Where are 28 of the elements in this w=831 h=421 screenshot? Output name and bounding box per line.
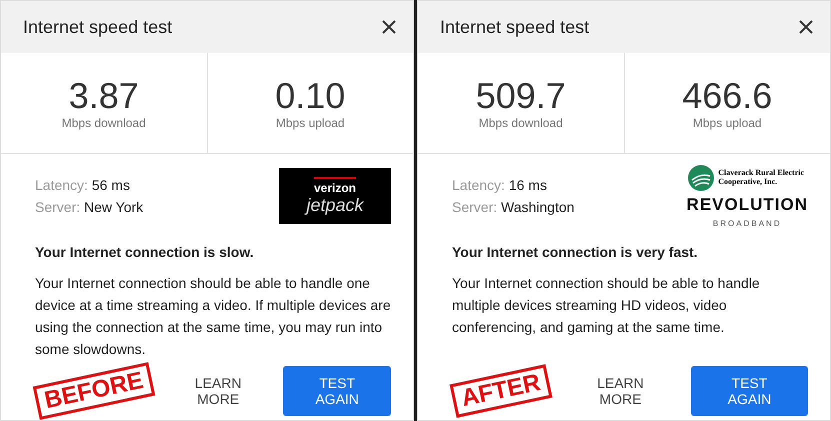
status-text: Your Internet connection is slow.: [35, 244, 255, 260]
stamp-text: BEFORE: [32, 362, 156, 420]
jetpack-logo: verizon jetpack: [279, 168, 391, 224]
server-text: Server: Washington: [452, 198, 574, 217]
latency-text: Latency: 16 ms: [452, 176, 548, 195]
speed-label: Mbps download: [478, 116, 563, 130]
learn-more-link[interactable]: LEARN MORE: [183, 374, 254, 408]
speed-value: 3.87: [68, 76, 139, 116]
dialog-title: Internet speed test: [440, 16, 590, 38]
speed-value: 466.6: [682, 76, 772, 116]
status-text: Your Internet connection is very fast.: [452, 244, 699, 260]
server-text: Server: New York: [35, 198, 144, 217]
speed-value: 0.10: [275, 76, 346, 116]
close-icon[interactable]: [381, 19, 397, 35]
stamp-text: AFTER: [450, 364, 552, 418]
speed-value: 509.7: [476, 76, 566, 116]
test-again-button[interactable]: TEST AGAIN: [283, 366, 391, 416]
speed-label: Mbps upload: [692, 116, 762, 130]
speed-label: Mbps upload: [276, 116, 345, 130]
cooperative-logo: Claverack Rural Electric Cooperative, Inc. REVOLUTION BROADBAND: [686, 164, 808, 228]
message-text: Your Internet connection should be able to handle multiple devices streaming HD videos, video conferencing, and gaming at the same time.: [452, 274, 761, 337]
close-icon[interactable]: [798, 19, 814, 35]
dialog-title: Internet speed test: [23, 16, 172, 38]
test-again-button[interactable]: TEST AGAIN: [690, 366, 808, 416]
message-text: Your Internet connection should be able to handle one device at a time streaming a video. If multiple devices are using the connection at the same time, you may run into some slowdowns.: [35, 274, 391, 359]
speed-label: Mbps download: [62, 116, 146, 130]
learn-more-link[interactable]: LEARN MORE: [580, 374, 661, 408]
latency-text: Latency: 56 ms: [35, 176, 131, 195]
